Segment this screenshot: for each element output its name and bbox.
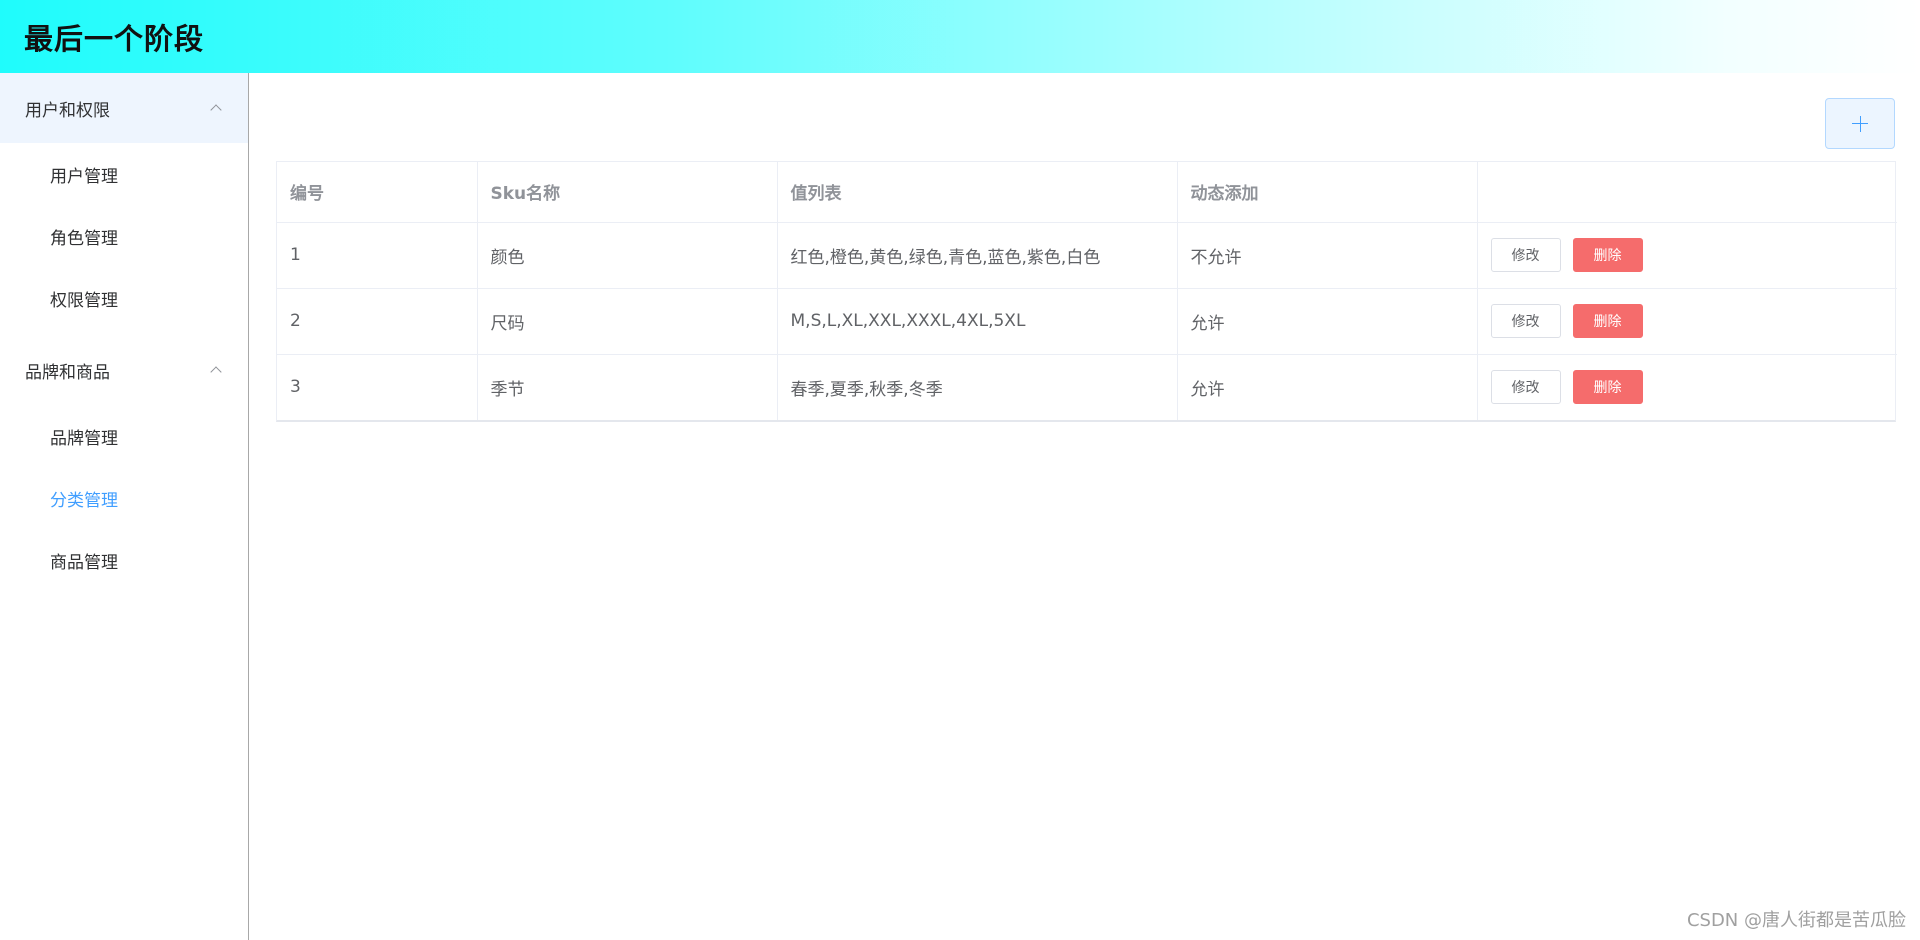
cell-actions: 修改 删除	[1477, 288, 1897, 355]
column-header-sku-name: Sku名称	[477, 162, 778, 223]
table-row: 2 尺码 M,S,L,XL,XXL,XXXL,4XL,5XL 允许 修改 删除	[277, 288, 1897, 355]
app-header: 最后一个阶段	[0, 0, 1920, 73]
sidebar-item-goods-management[interactable]: 商品管理	[0, 529, 248, 591]
sku-table: 编号 Sku名称 值列表 动态添加 1 颜色 红色,橙色,黄色,绿色,青色,蓝色…	[276, 161, 1897, 422]
cell-dynamic: 不允许	[1177, 222, 1478, 289]
cell-dynamic: 允许	[1177, 288, 1478, 355]
cell-sku-name: 颜色	[477, 222, 778, 289]
column-header-dynamic: 动态添加	[1177, 162, 1478, 223]
cell-sku-name: 尺码	[477, 288, 778, 355]
edit-button[interactable]: 修改	[1490, 304, 1561, 338]
edit-button[interactable]: 修改	[1490, 370, 1561, 405]
submenu-label: 用户和权限	[25, 100, 110, 121]
sidebar-item-role-management[interactable]: 角色管理	[0, 205, 248, 267]
table-row: 3 季节 春季,夏季,秋季,冬季 允许 修改 删除	[277, 354, 1897, 420]
cell-actions: 修改 删除	[1477, 354, 1897, 420]
sidebar-item-category-management[interactable]: 分类管理	[0, 467, 248, 529]
cell-sku-name: 季节	[477, 354, 778, 420]
cell-values: 红色,橙色,黄色,绿色,青色,蓝色,紫色,白色	[777, 222, 1178, 289]
add-button[interactable]	[1825, 98, 1895, 149]
watermark: CSDN @唐人街都是苦瓜脸	[1686, 910, 1906, 931]
sidebar: 用户和权限 用户管理 角色管理 权限管理 品牌和商品 品牌管理 分类管理 商品管…	[0, 73, 249, 940]
column-header-actions	[1477, 162, 1897, 223]
cell-actions: 修改 删除	[1477, 222, 1897, 289]
cell-values: M,S,L,XL,XXL,XXXL,4XL,5XL	[777, 288, 1178, 355]
app-title: 最后一个阶段	[24, 21, 205, 56]
cell-id: 1	[277, 222, 478, 289]
chevron-up-icon	[210, 104, 222, 116]
delete-button[interactable]: 删除	[1572, 370, 1643, 405]
cell-id: 2	[277, 288, 478, 355]
edit-button[interactable]: 修改	[1490, 238, 1561, 272]
table-row: 1 颜色 红色,橙色,黄色,绿色,青色,蓝色,紫色,白色 不允许 修改 删除	[277, 222, 1897, 289]
table-header-row: 编号 Sku名称 值列表 动态添加	[277, 162, 1897, 223]
delete-button[interactable]: 删除	[1572, 304, 1643, 338]
sidebar-item-permission-management[interactable]: 权限管理	[0, 267, 248, 329]
delete-button[interactable]: 删除	[1572, 238, 1643, 272]
submenu-users-permissions[interactable]: 用户和权限	[0, 73, 248, 143]
chevron-up-icon	[210, 366, 222, 378]
column-header-id: 编号	[277, 162, 478, 223]
cell-values: 春季,夏季,秋季,冬季	[777, 354, 1178, 420]
submenu-label: 品牌和商品	[25, 362, 110, 383]
submenu-brand-goods[interactable]: 品牌和商品	[0, 335, 248, 405]
sidebar-item-brand-management[interactable]: 品牌管理	[0, 405, 248, 467]
main-content: 编号 Sku名称 值列表 动态添加 1 颜色 红色,橙色,黄色,绿色,青色,蓝色…	[250, 73, 1920, 940]
cell-id: 3	[277, 354, 478, 420]
sidebar-item-user-management[interactable]: 用户管理	[0, 143, 248, 205]
plus-icon	[1852, 115, 1868, 132]
column-header-values: 值列表	[777, 162, 1178, 223]
cell-dynamic: 允许	[1177, 354, 1478, 420]
